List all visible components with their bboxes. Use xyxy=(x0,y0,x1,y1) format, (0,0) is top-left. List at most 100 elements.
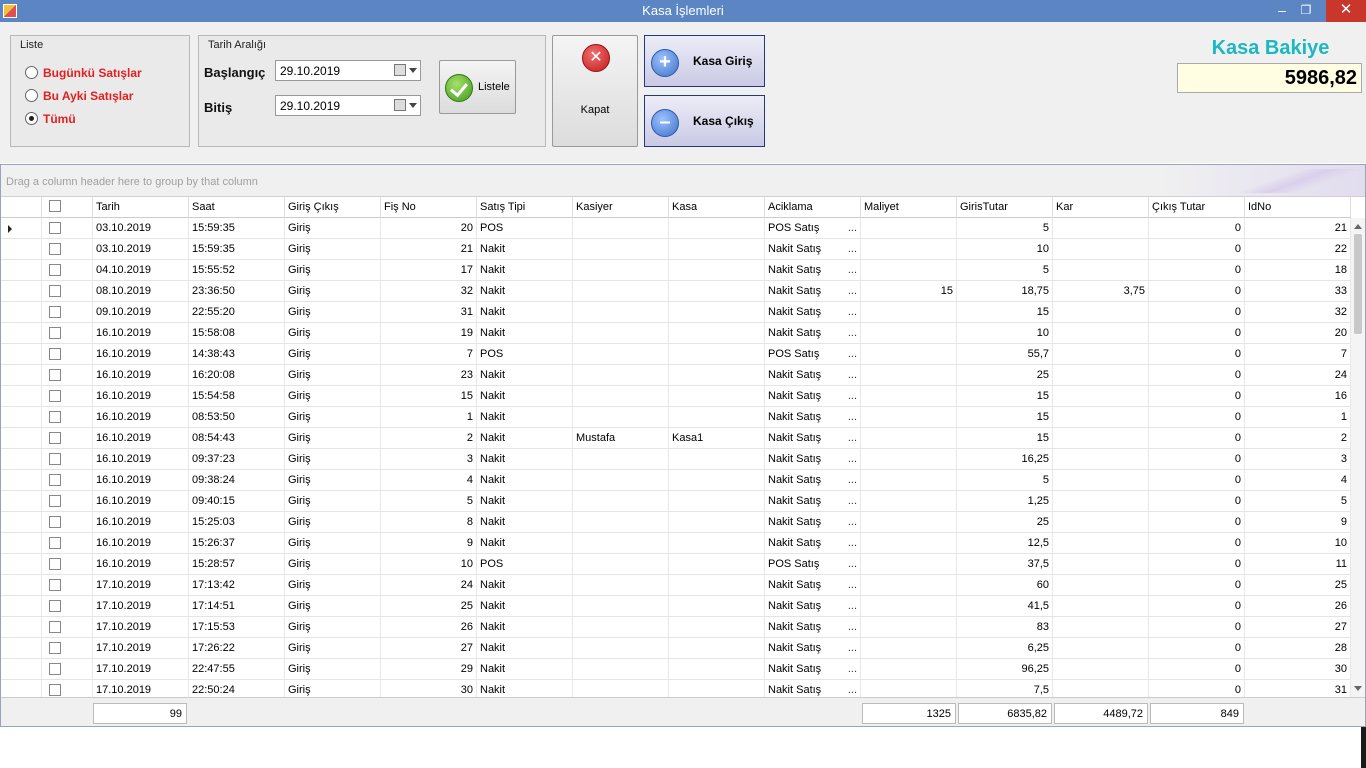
group-panel[interactable]: Drag a column header here to group by th… xyxy=(1,165,1365,197)
cell-aciklama[interactable]: Nakit Satış... xyxy=(765,512,861,533)
ellipsis-button[interactable]: ... xyxy=(848,663,857,675)
cell-kasa[interactable] xyxy=(669,218,765,239)
ellipsis-button[interactable]: ... xyxy=(848,495,857,507)
row-checkbox[interactable] xyxy=(49,369,61,381)
cell-saat[interactable]: 17:13:42 xyxy=(189,575,285,596)
cell-tarih[interactable]: 16.10.2019 xyxy=(93,407,189,428)
row-select-cell[interactable] xyxy=(42,680,93,697)
cell-maliyet[interactable] xyxy=(861,323,957,344)
ellipsis-button[interactable]: ... xyxy=(848,432,857,444)
cell-cikis-tutar[interactable]: 0 xyxy=(1149,554,1245,575)
cell-aciklama[interactable]: Nakit Satış... xyxy=(765,491,861,512)
row-checkbox[interactable] xyxy=(49,600,61,612)
cell-cikis-tutar[interactable]: 0 xyxy=(1149,428,1245,449)
cell-tarih[interactable]: 16.10.2019 xyxy=(93,428,189,449)
cell-kasa[interactable] xyxy=(669,596,765,617)
cell-aciklama[interactable]: Nakit Satış... xyxy=(765,617,861,638)
cell-saat[interactable]: 22:50:24 xyxy=(189,680,285,697)
table-row[interactable]: 16.10.2019 09:38:24 Giriş 4 Nakit Nakit Satış… xyxy=(1,470,1351,491)
column-header-giris-cikis[interactable]: Giriş Çıkış xyxy=(285,197,381,218)
cell-saat[interactable]: 14:38:43 xyxy=(189,344,285,365)
row-indicator[interactable] xyxy=(1,428,42,449)
cell-cikis-tutar[interactable]: 0 xyxy=(1149,575,1245,596)
cell-id-no[interactable]: 20 xyxy=(1245,323,1351,344)
row-checkbox[interactable] xyxy=(49,621,61,633)
cell-kasa[interactable] xyxy=(669,281,765,302)
cell-maliyet[interactable] xyxy=(861,512,957,533)
cell-giris-tutar[interactable]: 25 xyxy=(957,512,1053,533)
ellipsis-button[interactable]: ... xyxy=(848,558,857,570)
cell-cikis-tutar[interactable]: 0 xyxy=(1149,512,1245,533)
cell-aciklama[interactable]: Nakit Satış... xyxy=(765,428,861,449)
cell-cikis-tutar[interactable]: 0 xyxy=(1149,617,1245,638)
cell-cikis-tutar[interactable]: 0 xyxy=(1149,386,1245,407)
cell-giris-tutar[interactable]: 10 xyxy=(957,239,1053,260)
cell-id-no[interactable]: 25 xyxy=(1245,575,1351,596)
row-select-cell[interactable] xyxy=(42,260,93,281)
table-row[interactable]: 16.10.2019 15:25:03 Giriş 8 Nakit Nakit Satış… xyxy=(1,512,1351,533)
row-indicator[interactable] xyxy=(1,365,42,386)
cell-tarih[interactable]: 16.10.2019 xyxy=(93,365,189,386)
cell-giris-tutar[interactable]: 15 xyxy=(957,407,1053,428)
cell-satis-tipi[interactable]: Nakit xyxy=(477,260,573,281)
cell-satis-tipi[interactable]: Nakit xyxy=(477,365,573,386)
cell-giris-cikis[interactable]: Giriş xyxy=(285,281,381,302)
cell-saat[interactable]: 22:55:20 xyxy=(189,302,285,323)
row-checkbox[interactable] xyxy=(49,222,61,234)
cell-giris-cikis[interactable]: Giriş xyxy=(285,239,381,260)
cell-saat[interactable]: 09:40:15 xyxy=(189,491,285,512)
cell-maliyet[interactable] xyxy=(861,239,957,260)
cell-kasiyer[interactable] xyxy=(573,512,669,533)
cell-saat[interactable]: 15:55:52 xyxy=(189,260,285,281)
table-row[interactable]: 16.10.2019 08:53:50 Giriş 1 Nakit Nakit Satış… xyxy=(1,407,1351,428)
row-indicator[interactable] xyxy=(1,323,42,344)
cell-cikis-tutar[interactable]: 0 xyxy=(1149,302,1245,323)
cell-satis-tipi[interactable]: Nakit xyxy=(477,533,573,554)
row-checkbox[interactable] xyxy=(49,390,61,402)
cell-kar[interactable] xyxy=(1053,596,1149,617)
cell-kasiyer[interactable] xyxy=(573,449,669,470)
cell-maliyet[interactable] xyxy=(861,302,957,323)
cell-maliyet[interactable] xyxy=(861,386,957,407)
cell-giris-tutar[interactable]: 15 xyxy=(957,386,1053,407)
cell-giris-cikis[interactable]: Giriş xyxy=(285,596,381,617)
cell-cikis-tutar[interactable]: 0 xyxy=(1149,659,1245,680)
cell-aciklama[interactable]: Nakit Satış... xyxy=(765,659,861,680)
ellipsis-button[interactable]: ... xyxy=(848,684,857,696)
row-checkbox[interactable] xyxy=(49,243,61,255)
cell-saat[interactable]: 15:54:58 xyxy=(189,386,285,407)
cell-saat[interactable]: 15:28:57 xyxy=(189,554,285,575)
cell-giris-tutar[interactable]: 7,5 xyxy=(957,680,1053,697)
cell-kar[interactable] xyxy=(1053,554,1149,575)
cell-aciklama[interactable]: Nakit Satış... xyxy=(765,533,861,554)
ellipsis-button[interactable]: ... xyxy=(848,579,857,591)
row-select-cell[interactable] xyxy=(42,512,93,533)
cell-id-no[interactable]: 1 xyxy=(1245,407,1351,428)
cell-kar[interactable] xyxy=(1053,344,1149,365)
cell-giris-cikis[interactable]: Giriş xyxy=(285,575,381,596)
cell-id-no[interactable]: 18 xyxy=(1245,260,1351,281)
row-checkbox[interactable] xyxy=(49,579,61,591)
cell-satis-tipi[interactable]: Nakit xyxy=(477,617,573,638)
scroll-down-icon[interactable] xyxy=(1354,686,1362,691)
column-header-aciklama[interactable]: Aciklama xyxy=(765,197,861,218)
row-checkbox[interactable] xyxy=(49,453,61,465)
cell-satis-tipi[interactable]: Nakit xyxy=(477,428,573,449)
cell-maliyet[interactable] xyxy=(861,470,957,491)
cell-kar[interactable] xyxy=(1053,617,1149,638)
row-checkbox[interactable] xyxy=(49,684,61,696)
radio-circle[interactable] xyxy=(25,66,38,80)
column-header-id-no[interactable]: IdNo xyxy=(1245,197,1351,218)
cell-aciklama[interactable]: POS Satış... xyxy=(765,554,861,575)
cell-saat[interactable]: 15:59:35 xyxy=(189,239,285,260)
cell-giris-cikis[interactable]: Giriş xyxy=(285,554,381,575)
cell-aciklama[interactable]: Nakit Satış... xyxy=(765,281,861,302)
cell-id-no[interactable]: 3 xyxy=(1245,449,1351,470)
cell-tarih[interactable]: 08.10.2019 xyxy=(93,281,189,302)
row-indicator[interactable] xyxy=(1,302,42,323)
row-select-cell[interactable] xyxy=(42,491,93,512)
cell-fis-no[interactable]: 27 xyxy=(381,638,477,659)
cell-id-no[interactable]: 30 xyxy=(1245,659,1351,680)
cell-giris-tutar[interactable]: 15 xyxy=(957,302,1053,323)
cell-kasiyer[interactable] xyxy=(573,302,669,323)
